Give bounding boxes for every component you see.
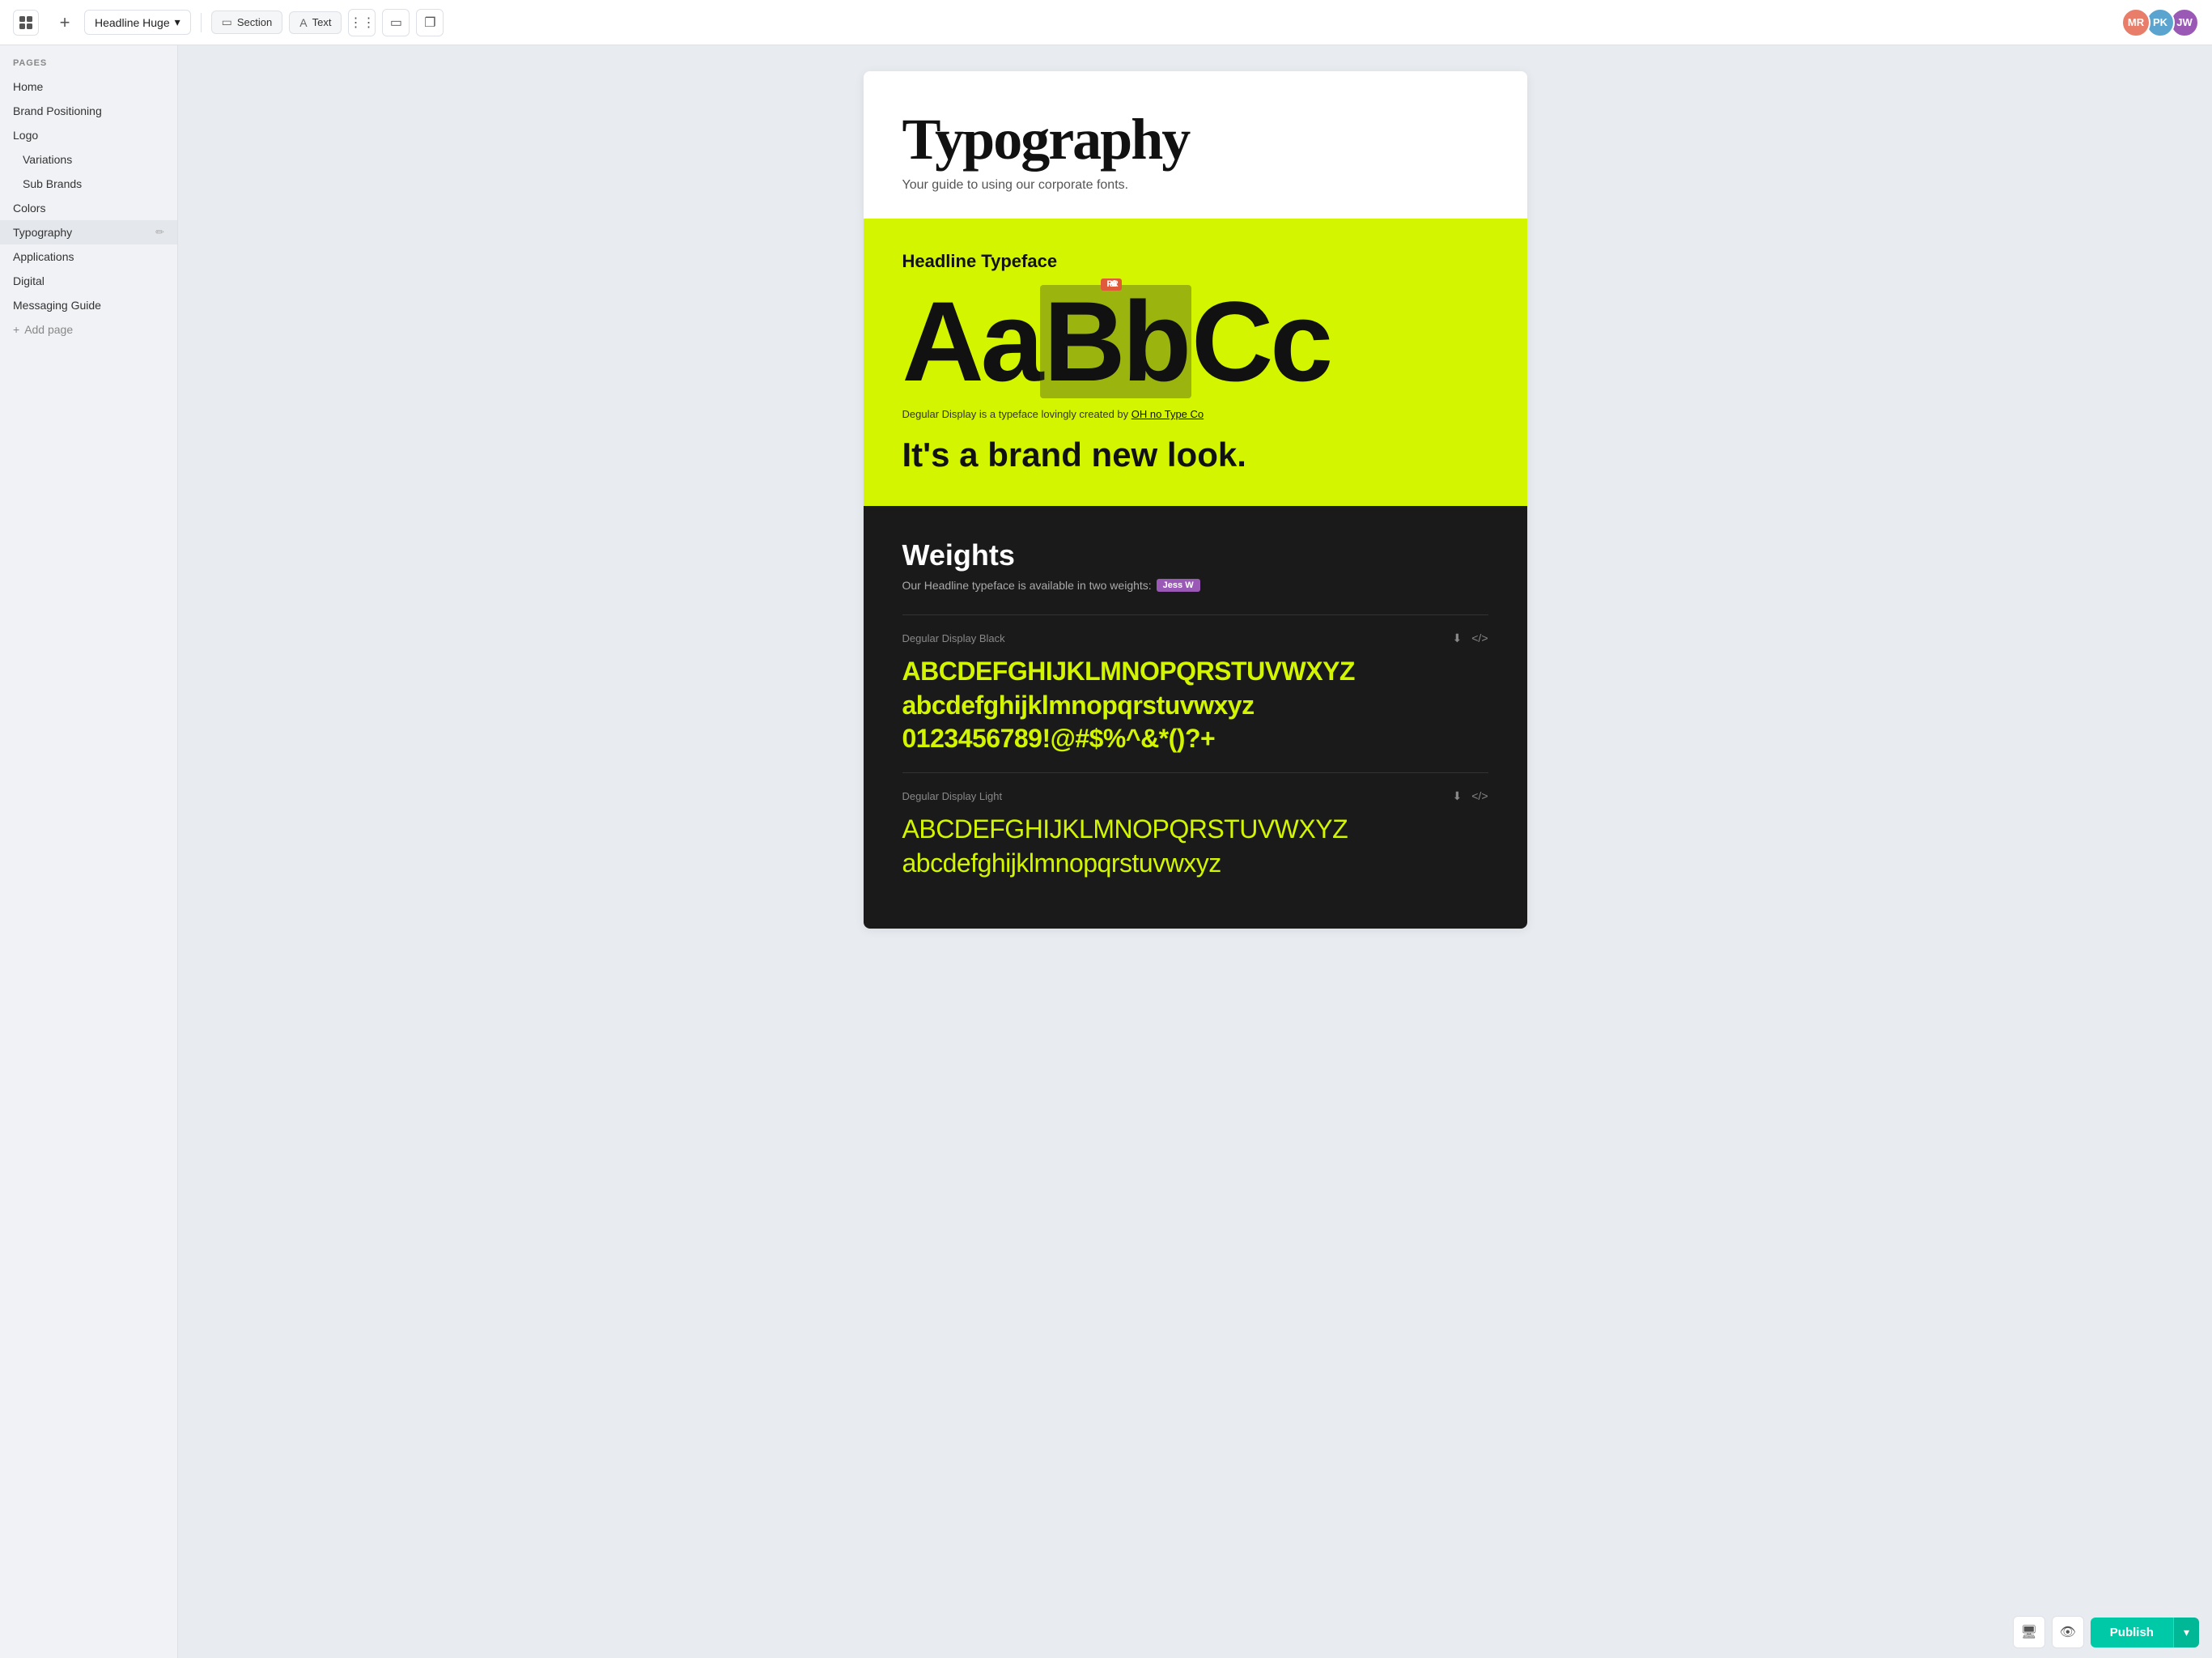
sidebar-item-digital[interactable]: Digital [0, 269, 177, 293]
publish-button-group[interactable]: Publish ▾ [2091, 1618, 2199, 1647]
letters-aa: Aa [902, 285, 1041, 398]
grid-icon: ⋮⋮ [349, 15, 375, 31]
sidebar-item-messaging-label: Messaging Guide [13, 299, 101, 312]
block-type-label: Headline Huge [95, 16, 170, 29]
code-icon-black[interactable]: </> [1471, 631, 1488, 645]
sidebar-item-brand-positioning[interactable]: Brand Positioning [0, 99, 177, 123]
add-icon: + [13, 323, 19, 336]
sidebar-item-sub-brands-label: Sub Brands [23, 177, 82, 190]
block-type-dropdown[interactable]: Headline Huge ▾ [84, 10, 191, 35]
big-letters-display: Aa Bb Paul R Cc [902, 285, 1488, 398]
cursor-tag: Paul R [1101, 278, 1122, 291]
sidebar-item-logo[interactable]: Logo [0, 123, 177, 147]
edit-icon[interactable]: ✏ [155, 226, 164, 239]
dropdown-chevron-icon: ▾ [175, 15, 180, 29]
letters-cc: Cc [1191, 285, 1330, 398]
weight-block-black: Degular Display Black ⬇ </> ABCDEFGHIJKL… [902, 614, 1488, 772]
typeface-section-label: Headline Typeface [902, 251, 1488, 272]
sidebar-item-variations-label: Variations [23, 153, 72, 166]
sidebar-item-applications[interactable]: Applications [0, 244, 177, 269]
sidebar-item-brand-label: Brand Positioning [13, 104, 102, 117]
duplicate-button[interactable]: ❐ [416, 9, 444, 36]
add-page-label: Add page [24, 323, 73, 336]
bottom-bar: 🖥 👁 Publish ▾ [2000, 1606, 2212, 1658]
monitor-icon: 🖥 [2021, 1624, 2037, 1640]
weight-name-black: Degular Display Black [902, 632, 1005, 644]
weight-actions-light[interactable]: ⬇ </> [1453, 789, 1488, 803]
dark-section: Weights Our Headline typeface is availab… [864, 506, 1527, 929]
hero-section: Typography Your guide to using our corpo… [864, 71, 1527, 219]
eye-icon: 👁 [2060, 1624, 2076, 1640]
letters-bb-selected: Bb [1040, 285, 1191, 398]
duplicate-icon: ❐ [424, 15, 435, 31]
sidebar-item-colors[interactable]: Colors [0, 196, 177, 220]
sidebar-item-digital-label: Digital [13, 274, 45, 287]
font-display-black-upper: ABCDEFGHIJKLMNOPQRSTUVWXYZ [902, 655, 1488, 689]
font-link[interactable]: OH no Type Co [1131, 408, 1204, 420]
layout-icon: ▭ [390, 15, 402, 31]
page-subtitle: Your guide to using our corporate fonts. [902, 178, 1488, 193]
sidebar-item-typography[interactable]: Typography ✏ [0, 220, 177, 244]
text-icon: A [299, 16, 307, 29]
download-icon-black[interactable]: ⬇ [1453, 631, 1463, 645]
jess-cursor-tag: Jess W [1157, 579, 1200, 592]
font-description: Degular Display is a typeface lovingly c… [902, 408, 1488, 420]
text-pill[interactable]: A Text [289, 11, 342, 34]
grid-view-button[interactable]: ⋮⋮ [348, 9, 376, 36]
weight-block-header-light: Degular Display Light ⬇ </> [902, 789, 1488, 803]
eye-icon-button[interactable]: 👁 [2052, 1616, 2084, 1648]
download-icon-light[interactable]: ⬇ [1453, 789, 1463, 803]
publish-dropdown-button[interactable]: ▾ [2173, 1618, 2199, 1647]
sidebar-item-applications-label: Applications [13, 250, 74, 263]
layout-button[interactable]: ▭ [382, 9, 410, 36]
weight-block-light: Degular Display Light ⬇ </> ABCDEFGHIJKL… [902, 772, 1488, 896]
weights-title: Weights [902, 538, 1488, 572]
sidebar-item-home[interactable]: Home [0, 74, 177, 99]
weights-desc: Our Headline typeface is available in tw… [902, 579, 1488, 592]
text-label: Text [312, 16, 332, 28]
sidebar-item-home-label: Home [13, 80, 43, 93]
pages-section-label: PAGES [0, 58, 177, 74]
sidebar-item-variations[interactable]: Variations [0, 147, 177, 172]
weight-actions-black[interactable]: ⬇ </> [1453, 631, 1488, 645]
sidebar: PAGES Home Brand Positioning Logo Variat… [0, 45, 178, 1658]
brand-tagline: It's a brand new look. [902, 436, 1488, 474]
publish-button[interactable]: Publish [2091, 1618, 2173, 1647]
font-display-black-num: 0123456789!@#$%^&*()?+ [902, 722, 1488, 756]
sidebar-item-logo-label: Logo [13, 129, 38, 142]
font-display-black-lower: abcdefghijklmnopqrstuvwxyz [902, 689, 1488, 723]
sidebar-item-messaging-guide[interactable]: Messaging Guide [0, 293, 177, 317]
code-icon-light[interactable]: </> [1471, 789, 1488, 803]
yellow-section: Headline Typeface Aa Bb Paul R Cc Degula… [864, 219, 1527, 506]
weight-name-light: Degular Display Light [902, 790, 1003, 802]
add-block-button[interactable]: + [52, 10, 78, 36]
toolbar-divider-1 [201, 13, 202, 32]
preview-icon-button[interactable]: 🖥 [2013, 1616, 2045, 1648]
sidebar-item-colors-label: Colors [13, 202, 45, 215]
section-icon: ▭ [222, 15, 232, 29]
page-card: Typography Your guide to using our corpo… [864, 71, 1527, 929]
add-page-button[interactable]: + Add page [0, 317, 177, 342]
sidebar-item-typography-label: Typography [13, 226, 72, 239]
font-display-light-upper: ABCDEFGHIJKLMNOPQRSTUVWXYZ [902, 813, 1488, 847]
app-logo[interactable] [13, 10, 39, 36]
page-title: Typography [902, 110, 1488, 168]
section-pill[interactable]: ▭ Section [211, 11, 283, 34]
sidebar-item-sub-brands[interactable]: Sub Brands [0, 172, 177, 196]
collaborators-avatars: MR PK JW [2126, 8, 2199, 37]
font-display-light-lower: abcdefghijklmnopqrstuvwxyz [902, 847, 1488, 881]
toolbar: + Headline Huge ▾ ▭ Section A Text ⋮⋮ ▭ … [0, 0, 2212, 45]
main-layout: PAGES Home Brand Positioning Logo Variat… [0, 45, 2212, 1658]
section-label: Section [237, 16, 272, 28]
canvas-area[interactable]: Typography Your guide to using our corpo… [178, 45, 2212, 1658]
weight-block-header-black: Degular Display Black ⬇ </> [902, 631, 1488, 645]
avatar-1: MR [2121, 8, 2150, 37]
